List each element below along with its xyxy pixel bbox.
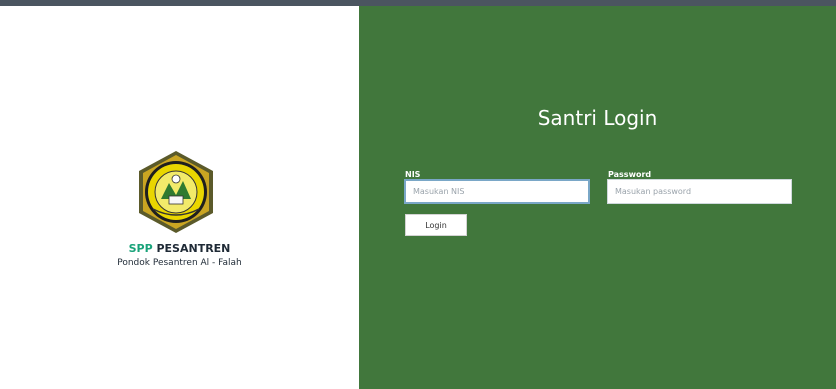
nis-input[interactable] (404, 179, 590, 204)
login-panel: Santri Login NIS Password Login (359, 6, 836, 389)
brand-title: SPP PESANTREN (0, 242, 359, 255)
brand-subtitle: Pondok Pesantren Al - Falah (117, 258, 242, 268)
nis-label: NIS (405, 170, 421, 179)
school-emblem-logo (139, 151, 213, 233)
brand-title-accent: SPP (128, 242, 153, 255)
password-label: Password (608, 170, 652, 179)
brand-panel: SPP PESANTREN Pondok Pesantren Al - Fala… (0, 6, 359, 389)
password-input[interactable] (607, 179, 792, 204)
login-title: Santri Login (537, 106, 658, 130)
brand-title-rest: PESANTREN (152, 242, 231, 255)
login-button[interactable]: Login (405, 214, 467, 236)
